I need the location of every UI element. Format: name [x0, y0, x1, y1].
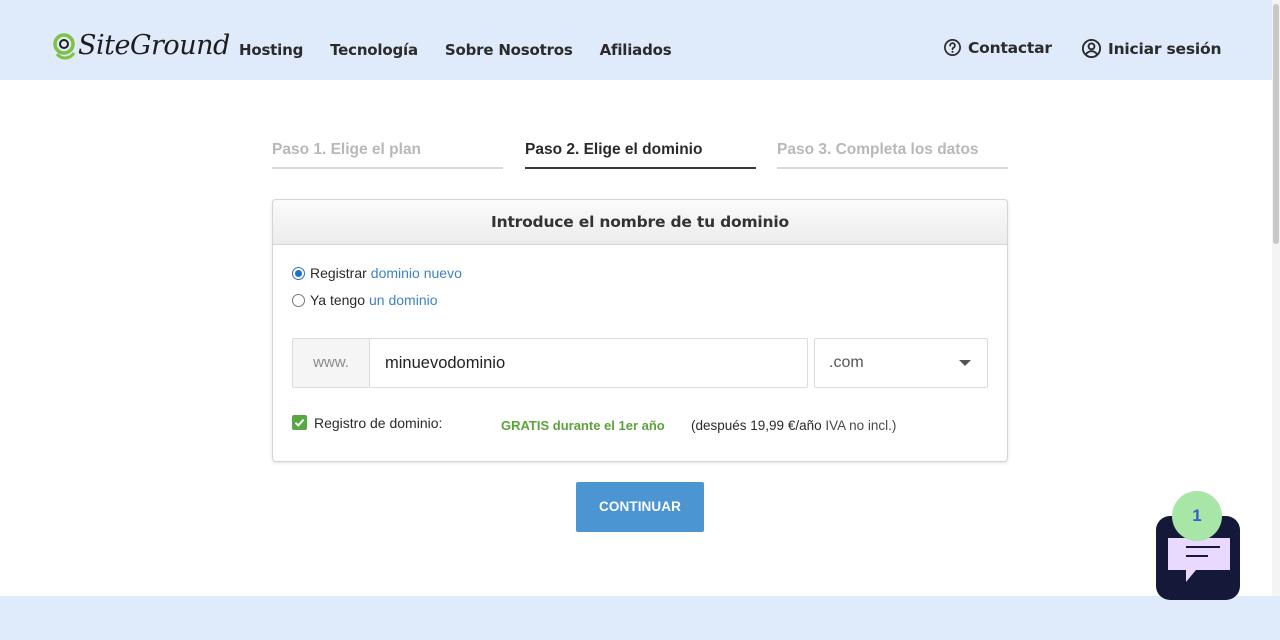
step-2[interactable]: Paso 2. Elige el dominio	[525, 140, 756, 169]
chat-notification-badge: 1	[1172, 491, 1222, 541]
site-header: SiteGround Hosting Tecnología Sobre Noso…	[0, 0, 1280, 80]
price-iva-note: IVA no incl.)	[825, 418, 897, 433]
option-existing-prefix: Ya tengo	[310, 292, 366, 308]
login-link[interactable]: Iniciar sesión	[1081, 38, 1221, 59]
step-3-label: Paso 3. Completa los datos	[777, 141, 979, 158]
main-nav: Hosting Tecnología Sobre Nosotros Afilia…	[239, 40, 672, 60]
domain-registration-row: Registro de dominio: GRATIS durante el 1…	[292, 415, 992, 435]
nav-hosting[interactable]: Hosting	[239, 40, 303, 60]
caret-down-icon	[959, 360, 971, 366]
nav-sobre-nosotros[interactable]: Sobre Nosotros	[445, 40, 573, 60]
radio-existing-domain[interactable]	[292, 293, 305, 307]
step-3-bar	[777, 167, 1008, 169]
domain-input-group: www.	[292, 338, 808, 388]
chat-bubble-icon	[1168, 538, 1230, 582]
www-prefix: www.	[293, 339, 370, 387]
logo-text: SiteGround	[78, 30, 230, 61]
option-existing-link[interactable]: un dominio	[369, 292, 438, 308]
tld-selected-value: .com	[829, 354, 864, 371]
contact-link[interactable]: Contactar	[943, 38, 1052, 57]
check-icon	[294, 418, 305, 427]
option-register-link[interactable]: dominio nuevo	[371, 265, 462, 281]
step-1[interactable]: Paso 1. Elige el plan	[272, 140, 503, 169]
contact-label: Contactar	[968, 38, 1052, 57]
tld-dropdown[interactable]: .com	[814, 338, 988, 388]
siteground-logo-icon	[53, 28, 77, 64]
help-circle-icon	[944, 39, 961, 56]
step-3[interactable]: Paso 3. Completa los datos	[777, 140, 1008, 169]
step-1-label: Paso 1. Elige el plan	[272, 141, 422, 158]
domain-card: Introduce el nombre de tu dominio Regist…	[272, 199, 1008, 462]
footer-band	[0, 596, 1280, 640]
login-label: Iniciar sesión	[1108, 39, 1222, 58]
option-existing-domain[interactable]: Ya tengo un dominio	[292, 292, 438, 308]
price-text: (después 19,99 €/año IVA no incl.)	[691, 417, 896, 434]
price-amount: (después 19,99 €/año	[691, 418, 822, 433]
step-1-bar	[272, 167, 503, 169]
nav-tecnologia[interactable]: Tecnología	[330, 40, 418, 60]
checkout-steps: Paso 1. Elige el plan Paso 2. Elige el d…	[272, 140, 1008, 170]
option-register-new[interactable]: Registrar dominio nuevo	[292, 265, 462, 281]
page-scrollbar[interactable]	[1272, 0, 1280, 640]
free-offer-text: GRATIS durante el 1er año	[501, 418, 665, 433]
scrollbar-thumb[interactable]	[1273, 4, 1279, 244]
domain-card-title: Introduce el nombre de tu dominio	[273, 200, 1007, 245]
step-2-bar	[525, 167, 756, 169]
nav-afiliados[interactable]: Afiliados	[600, 40, 672, 60]
registration-checkbox[interactable]	[292, 415, 307, 430]
radio-register-new[interactable]	[292, 266, 305, 280]
domain-name-input[interactable]	[370, 339, 807, 387]
option-register-prefix: Registrar	[310, 265, 367, 281]
step-2-label: Paso 2. Elige el dominio	[525, 141, 703, 158]
user-circle-icon	[1081, 38, 1102, 59]
continue-button[interactable]: CONTINUAR	[576, 482, 704, 532]
logo[interactable]: SiteGround	[53, 28, 230, 64]
registration-label: Registro de dominio:	[314, 415, 443, 431]
